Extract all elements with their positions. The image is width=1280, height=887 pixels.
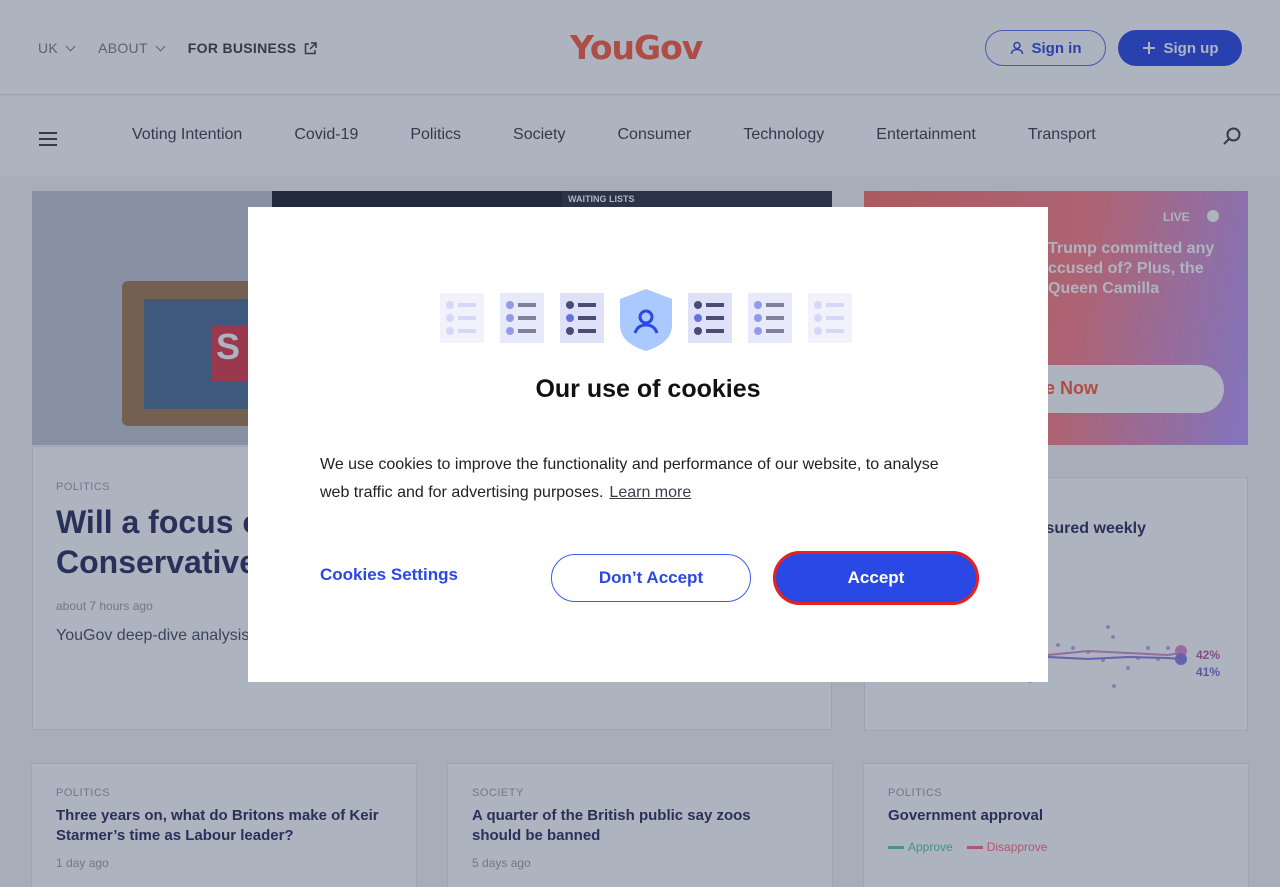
accept-button[interactable]: Accept	[773, 551, 979, 605]
cookie-modal-title: Our use of cookies	[535, 375, 761, 403]
checklist-icon	[808, 293, 852, 343]
cookie-privacy-illustration	[440, 289, 852, 351]
cookie-settings-button[interactable]: Cookies Settings	[320, 565, 458, 585]
dont-accept-button[interactable]: Don’t Accept	[551, 554, 751, 602]
shield-user-icon	[620, 289, 672, 351]
checklist-icon	[500, 293, 544, 343]
checklist-icon	[560, 293, 604, 343]
checklist-icon	[440, 293, 484, 343]
checklist-icon	[748, 293, 792, 343]
cookie-modal: Our use of cookies We use cookies to imp…	[248, 207, 1048, 682]
cookie-modal-text: We use cookies to improve the functional…	[320, 451, 960, 507]
learn-more-link[interactable]: Learn more	[609, 484, 691, 501]
checklist-icon	[688, 293, 732, 343]
